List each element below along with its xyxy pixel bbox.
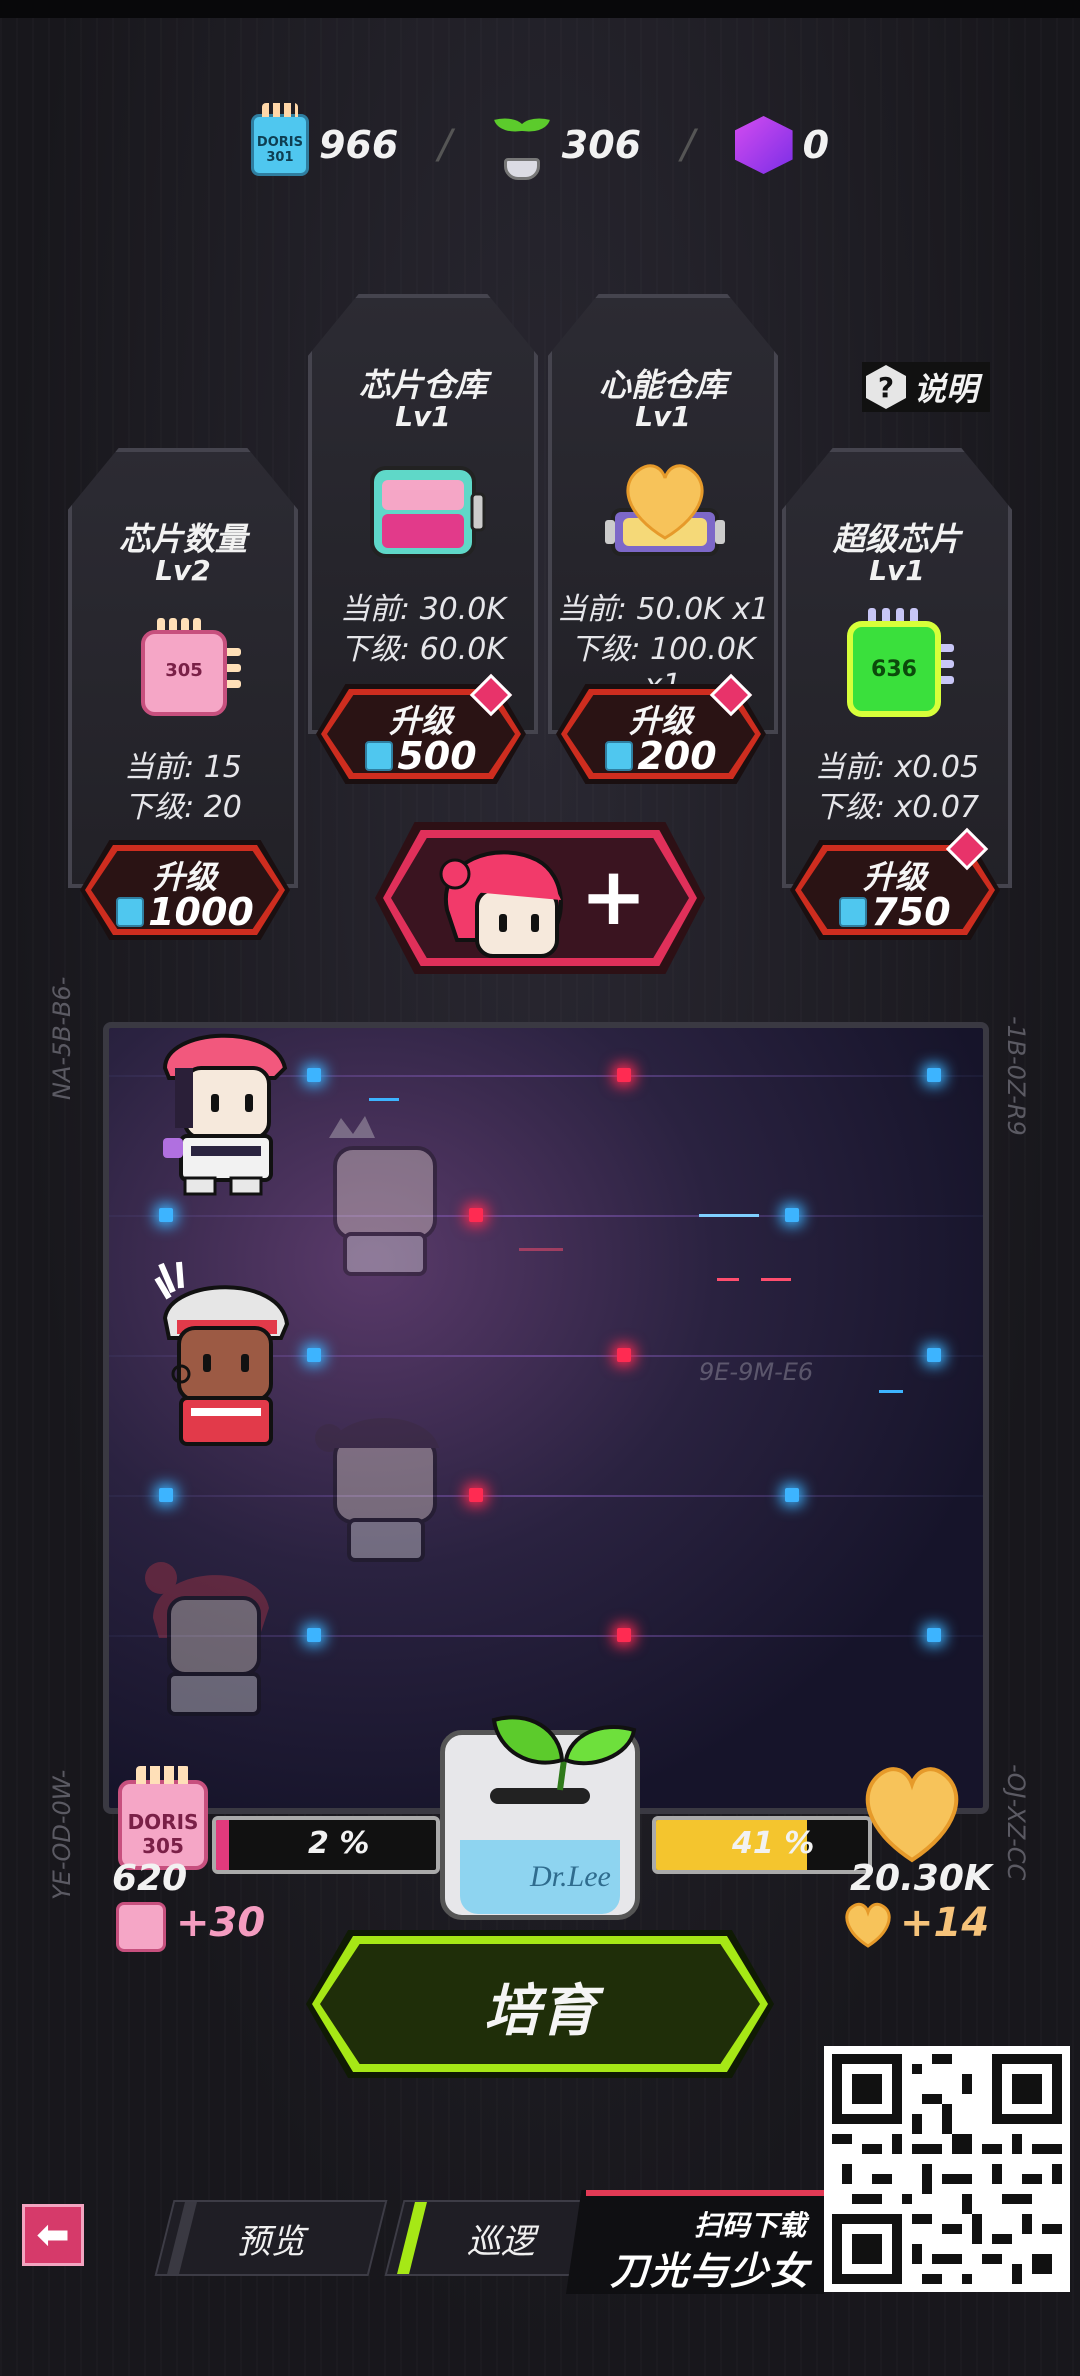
character-pink-cap[interactable] [155, 1028, 288, 1198]
currency-bar: DORIS 301 966 / 306 / 0 [0, 103, 1080, 180]
heart-percent: 41 % [732, 1826, 815, 1861]
heart-progress-bar: 41 % [652, 1816, 872, 1874]
svg-text:305: 305 [165, 660, 203, 681]
heart-gain: +14 [900, 1900, 990, 1946]
card-current: 当前: 50.0K x1 [556, 592, 770, 627]
cost-value: 750 [871, 890, 951, 934]
card-level: Lv1 [635, 400, 691, 433]
machine-label: Dr.Lee [530, 1860, 611, 1893]
chip-gain-icon [116, 1902, 166, 1952]
side-code-bottom-left: YE-OD-0W- [48, 1769, 76, 1900]
card-level: Lv1 [395, 400, 451, 433]
card-current: 当前: 30.0K [339, 592, 507, 627]
sprout-currency: 306 [492, 110, 641, 180]
gem-icon [734, 116, 793, 174]
gem-count: 0 [802, 123, 830, 167]
nurture-button[interactable]: 培育 [306, 1930, 774, 2078]
upgrade-chip-count-button[interactable]: 升级 1000 [80, 840, 290, 940]
chip-count: 966 [318, 123, 399, 167]
side-code-top-right: -1B-0Z-R9 [1002, 1016, 1030, 1136]
chip-warehouse-art [368, 464, 486, 558]
chip-icon [605, 741, 634, 771]
chip-progress-fill [216, 1820, 230, 1870]
pink-chip-art: 305 [135, 618, 241, 716]
card-next: 下级: 60.0K [339, 632, 507, 667]
upgrade-cost: 750 [790, 890, 1000, 934]
separator: / [681, 122, 695, 168]
back-button[interactable]: ⬅ [22, 2204, 84, 2266]
heart-storage-icon [852, 1760, 972, 1870]
card-next: 下级: x0.07 [814, 790, 980, 825]
side-code-bottom-right: -OJ-XZ-CC [1002, 1764, 1030, 1881]
upgrade-cost: 1000 [80, 890, 290, 934]
chip-gain: +30 [176, 1900, 266, 1946]
promo-line1: 扫码下载 [693, 2209, 806, 2242]
svg-text:636: 636 [871, 657, 917, 682]
status-strip [0, 0, 1080, 18]
heart-warehouse-art [605, 454, 725, 556]
plus-icon: + [579, 850, 647, 943]
chip-icon: DORIS 301 [250, 103, 309, 176]
sprout-count: 306 [561, 123, 642, 167]
chip-currency: DORIS 301 966 [250, 103, 399, 176]
add-character-button[interactable]: + [375, 822, 705, 974]
chip-total: 620 [112, 1858, 188, 1899]
upgrade-cost: 200 [556, 734, 766, 778]
character-ghost-bunny [309, 1398, 459, 1588]
card-current: 当前: 15 [124, 750, 242, 785]
tab-preview[interactable]: 预览 [154, 2200, 388, 2276]
chip-icon-label: DORIS 301 [256, 135, 303, 165]
heart-total: 20.30K [850, 1858, 992, 1899]
download-promo[interactable]: 扫码下载 刀光与少女 [566, 2190, 824, 2294]
chip-icon [365, 741, 394, 771]
cost-value: 500 [397, 734, 477, 778]
chip-percent: 2 % [308, 1826, 370, 1861]
chip-icon [116, 897, 145, 927]
nurture-label: 培育 [484, 1979, 596, 2044]
card-level: Lv1 [869, 554, 925, 587]
chip-icon [839, 897, 868, 927]
qr-code [824, 2046, 1070, 2292]
gem-currency: 0 [734, 116, 830, 174]
character-red-bandana[interactable] [151, 1258, 301, 1458]
chip-icon-label: DORIS 305 [127, 1810, 199, 1858]
upgrade-cost: 500 [316, 734, 526, 778]
heart-gain-icon [840, 1900, 896, 1950]
card-chip-warehouse: 芯片仓库 Lv1 当前: 30.0K 下级: 60.0K [308, 294, 538, 734]
card-next: 下级: 20 [124, 790, 242, 825]
nursery-arena: 9E-9M-E6 [103, 1022, 989, 1814]
chip-progress-bar: 2 % [212, 1816, 440, 1874]
back-arrow-icon: ⬅ [36, 2212, 70, 2258]
card-chip-count: 芯片数量 Lv2 305 当前: 15 下级: 20 [68, 448, 298, 888]
green-chip-art: 636 [842, 608, 954, 718]
chip-storage-icon: DORIS 305 [118, 1766, 208, 1870]
card-super-chip: 超级芯片 Lv1 636 当前: x0.05 下级: x0.07 [782, 448, 1012, 888]
cost-value: 200 [637, 734, 717, 778]
cost-value: 1000 [148, 890, 254, 934]
sprout-icon [490, 1700, 637, 1791]
sprout-icon [492, 110, 552, 180]
incubator-machine: Dr.Lee [420, 1700, 660, 1920]
arena-code: 9E-9M-E6 [699, 1358, 814, 1386]
character-ghost-crowned [309, 1108, 459, 1298]
promo-line2: 刀光与少女 [609, 2249, 810, 2293]
character-ghost-redhead [139, 1548, 289, 1738]
card-heart-warehouse: 心能仓库 Lv1 当前: 50.0K x1 下级: 100.0K x1 [548, 294, 778, 734]
character-face-icon [427, 840, 567, 960]
card-current: 当前: x0.05 [814, 750, 980, 785]
side-code-top-left: NA-5B-B6- [48, 976, 76, 1100]
question-icon: ? [866, 365, 906, 409]
card-level: Lv2 [155, 554, 211, 587]
help-label: 说明 [914, 370, 979, 408]
help-button[interactable]: ? 说明 [862, 362, 991, 412]
separator: / [438, 122, 452, 168]
tab-preview-label: 预览 [236, 2222, 305, 2262]
